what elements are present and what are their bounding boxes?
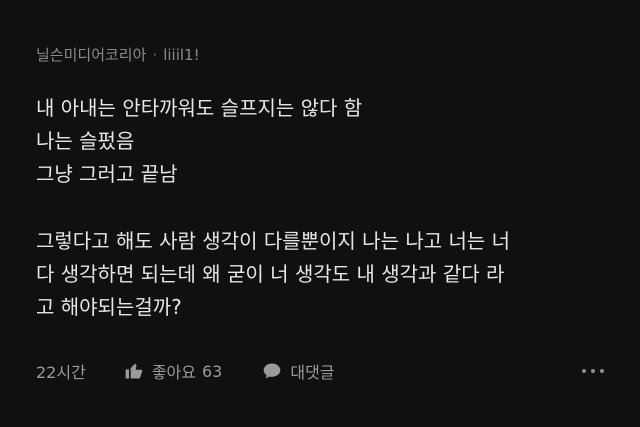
comment-line: 나는 슬펐음 (36, 129, 135, 153)
more-options-button[interactable] (582, 363, 604, 379)
comment-timestamp: 22시간 (36, 363, 86, 382)
thumbs-up-icon (125, 363, 143, 379)
like-label: 좋아요 (151, 363, 196, 382)
more-dots-icon (591, 369, 595, 373)
comment-actions: 22시간 좋아요 63 대댓글 (36, 358, 604, 384)
comment-meta: 닐슨미디어코리아 · liiil1! (36, 44, 200, 65)
comment-line: 다 생각하면 되는데 왜 굳이 너 생각도 내 생각과 같다 라 (36, 262, 505, 286)
speech-bubble-icon (264, 363, 281, 379)
author-name[interactable]: 닐슨미디어코리아 (36, 44, 146, 65)
more-dots-icon (582, 369, 586, 373)
meta-separator: · (152, 45, 158, 64)
comment-body: 내 아내는 안타까워도 슬프지는 않다 함 나는 슬펐음 그냥 그러고 끝남 그… (36, 92, 610, 324)
more-dots-icon (600, 369, 604, 373)
comment-line: 그렇다고 해도 사람 생각이 다를뿐이지 나는 나고 너는 너 (36, 229, 511, 253)
comment-line: 내 아내는 안타까워도 슬프지는 않다 함 (36, 96, 363, 120)
comment-line: 그냥 그러고 끝남 (36, 162, 178, 186)
reply-label: 대댓글 (290, 363, 335, 382)
like-button[interactable]: 좋아요 63 (124, 359, 223, 383)
comment-line: 고 해야되는걸까? (36, 295, 182, 319)
like-count: 63 (201, 361, 223, 381)
reply-button[interactable]: 대댓글 (262, 359, 335, 383)
author-tag: liiil1! (163, 45, 200, 64)
comment-card: 닐슨미디어코리아 · liiil1! 내 아내는 안타까워도 슬프지는 않다 함… (0, 0, 640, 427)
